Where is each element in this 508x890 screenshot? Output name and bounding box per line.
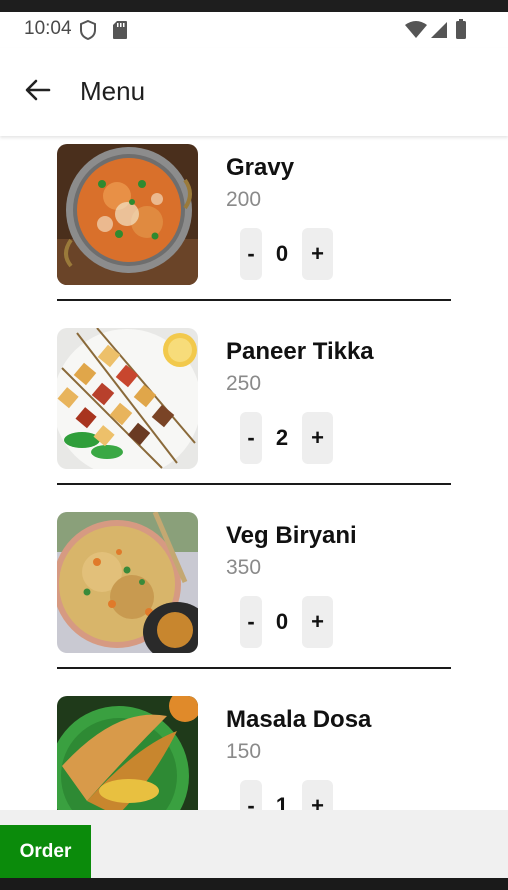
food-image-gravy [57,144,198,285]
battery-icon [455,19,467,44]
decrease-quantity-button[interactable]: - [240,412,262,464]
system-navigation-strip [0,878,508,890]
item-divider [57,667,451,669]
food-image-masala-dosa [57,696,198,810]
quantity-value: 0 [275,241,289,266]
status-time: 10:04 [24,18,72,39]
food-image-paneer-tikka [57,328,198,469]
page-title: Menu [80,76,146,106]
menu-item-masala-dosa: Masala Dosa 150 - 1 + [0,688,508,810]
menu-item-veg-biryani: Veg Biryani 350 - 0 + [0,504,508,688]
increase-quantity-button[interactable]: + [302,412,333,464]
item-price: 250 [226,372,262,395]
sd-card-icon [112,20,128,45]
cellular-signal-icon [430,21,448,44]
item-name: Masala Dosa [226,706,372,733]
order-button[interactable]: Order [0,825,91,878]
item-divider [57,299,451,301]
item-name: Paneer Tikka [226,338,374,365]
menu-item-paneer-tikka: Paneer Tikka 250 - 2 + [0,320,508,504]
shield-icon [80,19,96,45]
food-image-veg-biryani [57,512,198,653]
menu-item-gravy: Gravy 200 - 0 + [0,136,508,320]
increase-quantity-button[interactable]: + [302,780,333,810]
increase-quantity-button[interactable]: + [302,596,333,648]
quantity-value: 2 [275,425,289,450]
quantity-value: 0 [275,609,289,634]
item-price: 150 [226,740,262,763]
decrease-quantity-button[interactable]: - [240,596,262,648]
arrow-back-icon [25,79,51,106]
status-bar: 10:04 [0,12,508,48]
decrease-quantity-button[interactable]: - [240,780,262,810]
item-price: 200 [226,188,262,211]
item-price: 350 [226,556,262,579]
wifi-icon [405,21,427,44]
item-name: Veg Biryani [226,522,357,549]
menu-list[interactable]: Gravy 200 - 0 + Paneer Tikka 250 - 2 + V… [0,136,508,810]
bottom-bar: Order [0,810,508,878]
item-divider [57,483,451,485]
item-name: Gravy [226,154,295,181]
decrease-quantity-button[interactable]: - [240,228,262,280]
app-bar: Menu [0,48,508,136]
system-top-strip [0,0,508,12]
back-button[interactable] [16,70,60,114]
quantity-value: 1 [275,793,289,810]
increase-quantity-button[interactable]: + [302,228,333,280]
